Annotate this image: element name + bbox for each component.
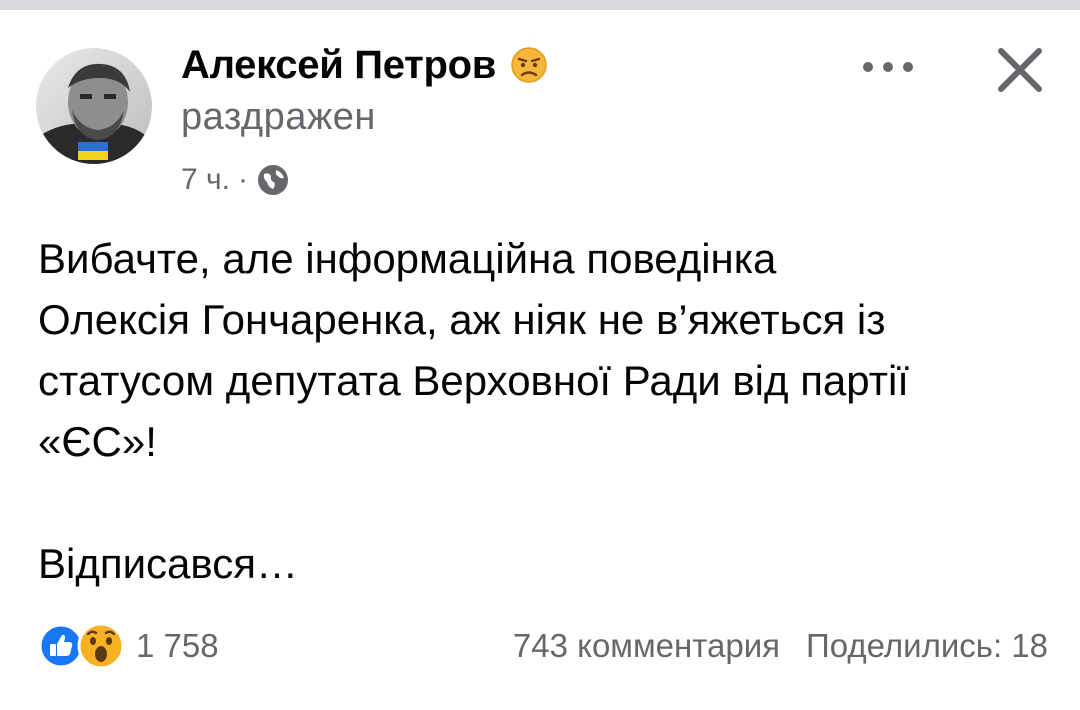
comments-count[interactable]: 743 комментария <box>513 627 780 665</box>
post-line: статусом депутата Верховної Ради від пар… <box>38 357 909 404</box>
close-button[interactable] <box>988 38 1052 102</box>
top-divider <box>0 0 1080 10</box>
post-line: Олексія Гончаренка, аж ніяк не в’яжеться… <box>38 296 886 343</box>
more-dots-icon <box>863 62 913 72</box>
post-line: Вибачте, але інформаційна поведінка <box>38 235 777 282</box>
globe-icon <box>257 165 288 195</box>
meta-separator: · <box>237 163 248 196</box>
more-options-button[interactable] <box>856 50 920 84</box>
wow-icon <box>77 622 125 670</box>
annoyed-face-icon <box>511 47 547 83</box>
feeling-text: раздражен <box>181 96 376 138</box>
post-time[interactable]: 7 ч. <box>181 163 230 197</box>
post-meta: 7 ч. · <box>181 160 290 200</box>
post-footer: 1 758 743 комментария Поделились: 18 <box>38 616 1048 676</box>
close-icon <box>998 48 1042 92</box>
avatar[interactable] <box>36 48 152 164</box>
post-line: «ЄС»! <box>38 418 157 465</box>
author-name[interactable]: Алексей Петров <box>181 43 496 88</box>
shares-count[interactable]: Поделились: 18 <box>806 627 1048 665</box>
reactions-summary[interactable]: 1 758 <box>38 621 219 671</box>
author-line: Алексей Петров <box>181 40 548 90</box>
post-blank-line <box>38 472 1048 533</box>
post-text: Вибачте, але інформаційна поведінка Олек… <box>38 228 1048 594</box>
post-line: Відписався… <box>38 540 298 587</box>
reaction-count: 1 758 <box>136 627 219 664</box>
